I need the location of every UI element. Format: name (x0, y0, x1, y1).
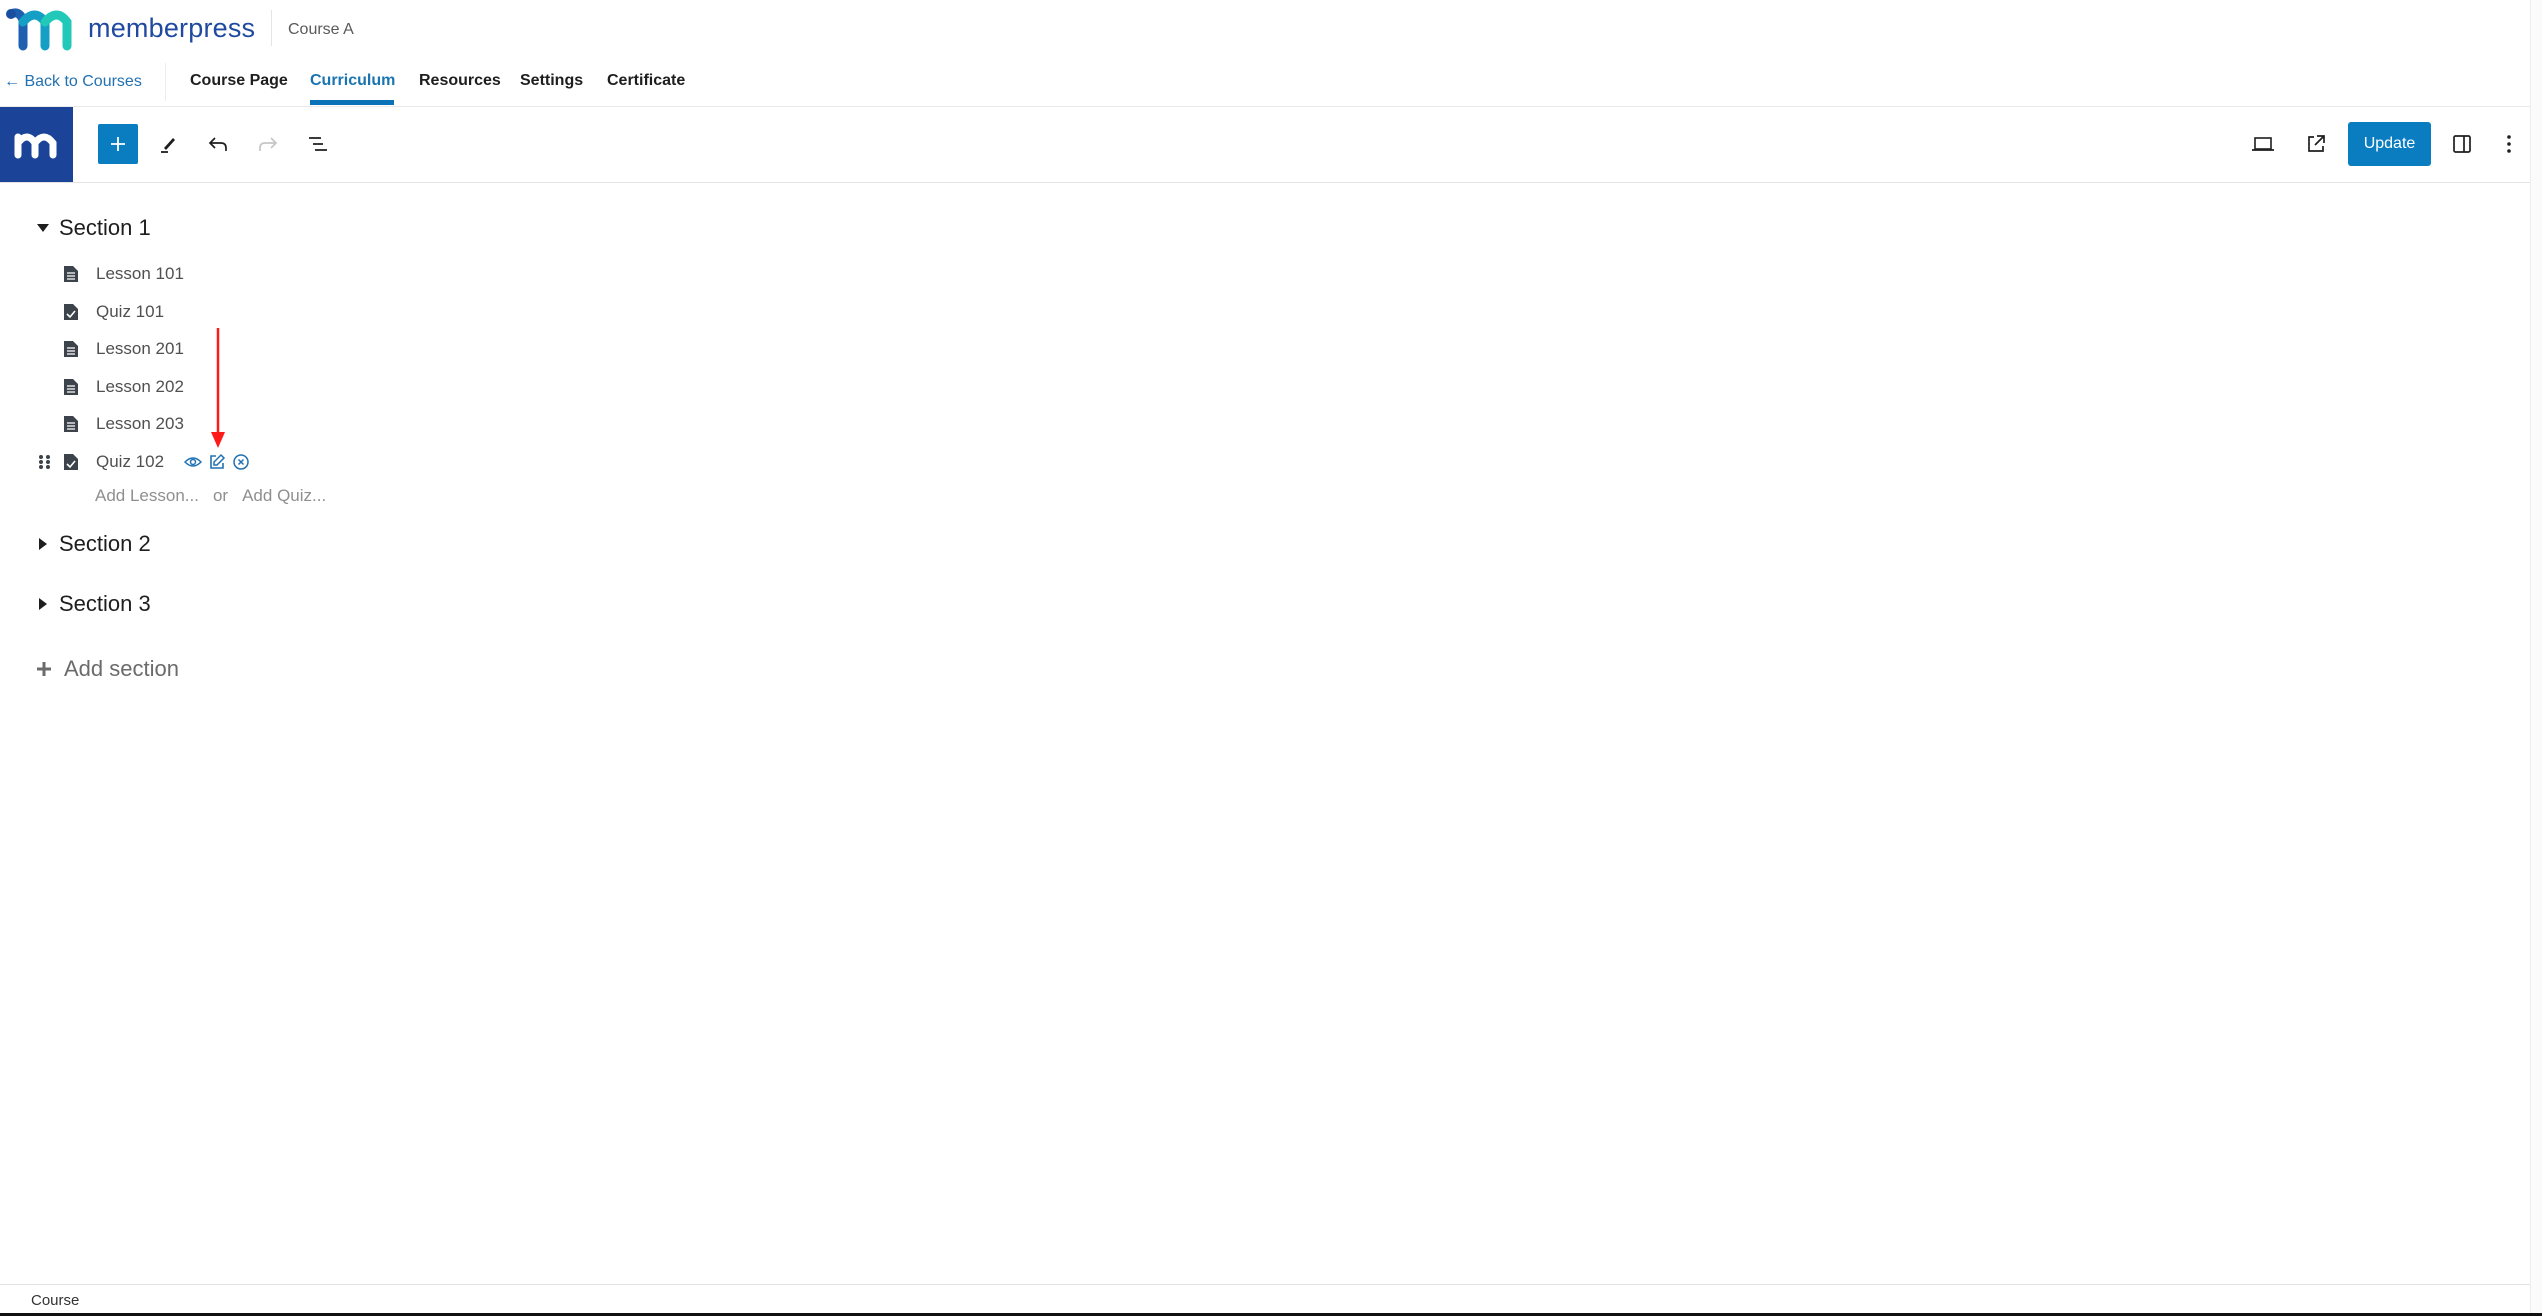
options-menu-button[interactable] (2491, 124, 2527, 164)
preview-laptop-icon (2252, 137, 2274, 151)
tools-button[interactable] (148, 124, 188, 164)
pencil-icon (161, 138, 175, 153)
add-or-text: or (212, 486, 229, 505)
list-item[interactable]: Quiz 101 (38, 297, 164, 327)
active-tab-indicator (310, 100, 394, 105)
add-section-label: Add section (64, 656, 179, 681)
undo-icon (208, 137, 227, 151)
lesson-title[interactable]: Lesson 201 (96, 339, 184, 359)
list-view-icon (309, 137, 327, 151)
section-header[interactable]: Section 3 (36, 591, 151, 617)
tabs-divider (0, 106, 2530, 107)
list-view-button[interactable] (298, 124, 338, 164)
list-item[interactable]: Lesson 201 (38, 334, 184, 364)
lesson-icon (64, 341, 78, 357)
section-title: Section 2 (59, 531, 151, 556)
plus-icon (111, 137, 125, 151)
tab-settings[interactable]: Settings (520, 72, 583, 90)
plus-icon (37, 662, 51, 676)
view-icon[interactable] (184, 453, 203, 471)
add-quiz-link[interactable]: Add Quiz... (242, 486, 326, 506)
tab-course-page[interactable]: Course Page (190, 72, 288, 90)
tab-certificate[interactable]: Certificate (607, 72, 685, 90)
scrollbar[interactable] (2530, 0, 2542, 1313)
lesson-icon (64, 266, 78, 282)
settings-sidebar-toggle[interactable] (2442, 124, 2482, 164)
annotation-arrow (211, 328, 225, 448)
list-item[interactable]: Lesson 203 (38, 409, 184, 439)
toolbar-divider (0, 182, 2530, 183)
lesson-icon (64, 379, 78, 395)
lesson-title[interactable]: Lesson 202 (96, 377, 184, 397)
redo-button[interactable] (248, 124, 288, 164)
quiz-icon (64, 454, 78, 470)
add-lesson-link[interactable]: Add Lesson... (95, 486, 199, 506)
quiz-icon (64, 304, 78, 320)
nav-divider (165, 63, 166, 101)
quiz-title[interactable]: Quiz 101 (96, 302, 164, 322)
add-block-button[interactable] (98, 124, 138, 164)
remove-icon[interactable] (232, 453, 250, 471)
memberpress-logo-icon (14, 133, 56, 159)
lesson-icon (64, 416, 78, 432)
add-item-row: Add Lesson... or Add Quiz... (95, 486, 326, 506)
more-vertical-icon (2507, 135, 2511, 153)
caret-right-icon (36, 597, 50, 611)
list-item[interactable]: Lesson 101 (38, 259, 184, 289)
edit-icon[interactable] (208, 453, 226, 471)
sidebar-toggle-icon (2453, 135, 2471, 153)
list-item[interactable]: Lesson 202 (38, 372, 184, 402)
section-header[interactable]: Section 1 (36, 215, 151, 241)
back-to-courses-link[interactable]: ← Back to Courses (4, 73, 142, 91)
view-post-button[interactable] (2296, 124, 2336, 164)
drag-handle-icon[interactable] (38, 454, 52, 470)
update-button[interactable]: Update (2348, 122, 2431, 166)
redo-icon (259, 137, 278, 151)
preview-button[interactable] (2243, 124, 2283, 164)
memberpress-logo (6, 8, 72, 51)
section-header[interactable]: Section 2 (36, 531, 151, 557)
caret-right-icon (36, 537, 50, 551)
list-item[interactable]: Quiz 102 (38, 447, 250, 477)
header-divider (271, 10, 272, 46)
lesson-title[interactable]: Lesson 101 (96, 264, 184, 284)
caret-down-icon (36, 221, 50, 235)
course-title: Course A (288, 21, 354, 38)
section-title: Section 1 (59, 215, 151, 240)
undo-button[interactable] (198, 124, 238, 164)
footer-breadcrumb[interactable]: Course (31, 1292, 79, 1309)
section-title: Section 3 (59, 591, 151, 616)
brand-name: memberpress (88, 13, 256, 43)
memberpress-menu-button[interactable] (0, 107, 73, 183)
external-link-icon (2308, 135, 2325, 152)
lesson-title[interactable]: Lesson 203 (96, 414, 184, 434)
quiz-title[interactable]: Quiz 102 (96, 452, 164, 472)
add-section-button[interactable]: Add section (36, 656, 179, 682)
tab-resources[interactable]: Resources (419, 72, 501, 90)
tab-curriculum[interactable]: Curriculum (310, 72, 395, 90)
footer-divider (0, 1284, 2530, 1285)
